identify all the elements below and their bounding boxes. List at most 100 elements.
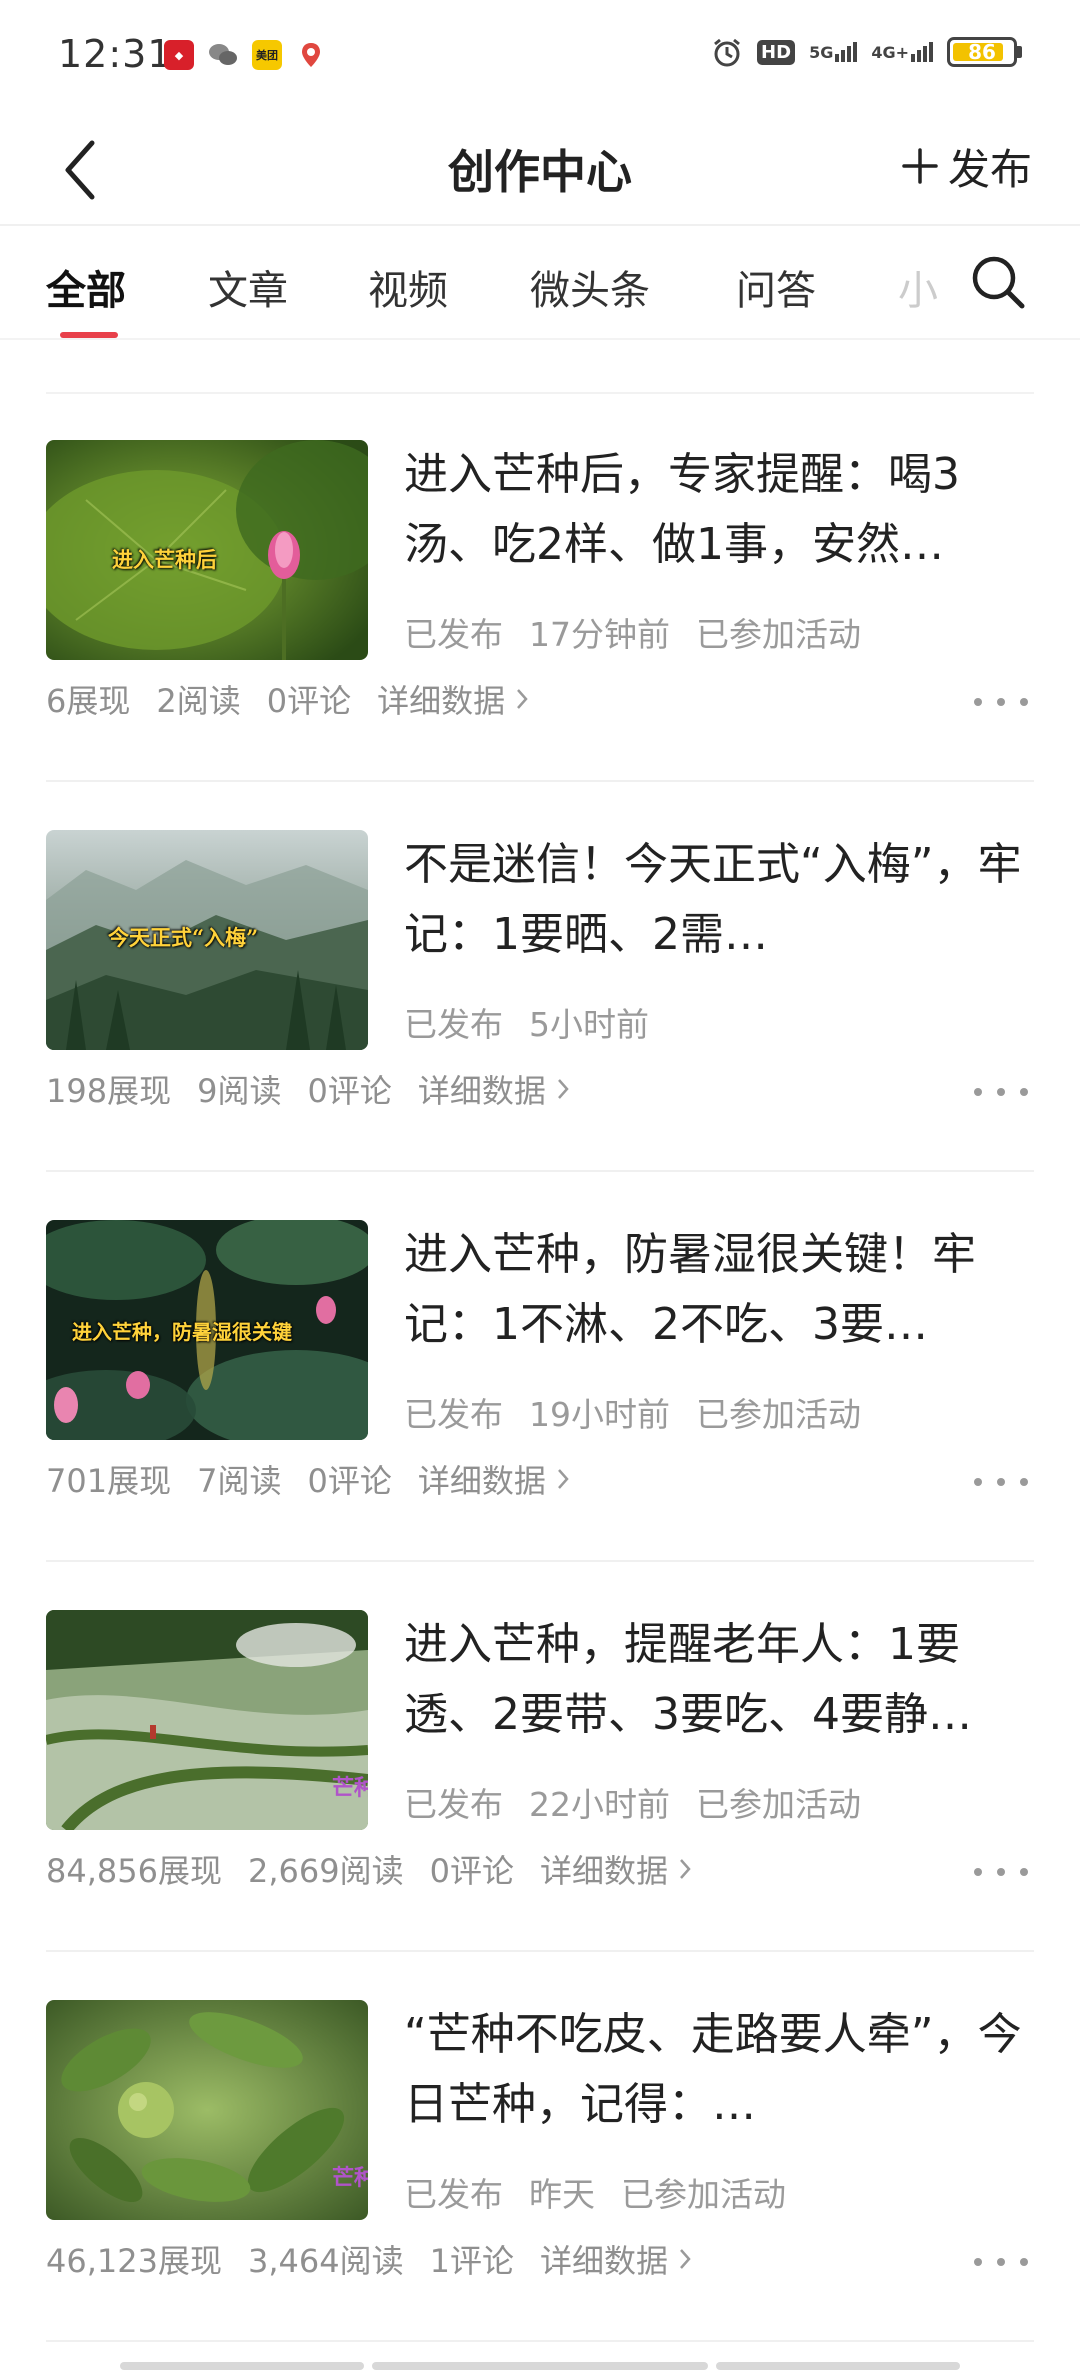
- wechat-icon: [208, 40, 238, 70]
- tab-micro-posts[interactable]: 微头条: [530, 258, 650, 316]
- reads-count: 3,464阅读: [247, 2242, 404, 2280]
- more-options-button[interactable]: [974, 2242, 1028, 2282]
- status-bar: 12:31 ◆ 美团 HD 5G 4G+ 86: [0, 0, 1080, 112]
- reads-count: 7阅读: [197, 1462, 282, 1500]
- thumbnail-caption: 芒种: [332, 1775, 368, 1801]
- article-item[interactable]: 进入芒种，防暑湿很关键 进入芒种，防暑湿很关键！牢记：1不淋、2不吃、3要… 已…: [46, 1172, 1034, 1562]
- status-app-icons: ◆ 美团: [164, 40, 326, 70]
- app-notification-icon: ◆: [164, 40, 194, 70]
- more-options-button[interactable]: [974, 1072, 1028, 1112]
- thumbnail-caption: 芒种: [332, 2165, 368, 2191]
- publish-status: 已发布: [404, 615, 503, 654]
- impressions-count: 198展现: [46, 1072, 172, 1110]
- article-meta: 已发布 5小时前: [404, 998, 649, 1046]
- tab-articles[interactable]: 文章: [208, 258, 288, 316]
- signal-4g-icon: 4G+: [871, 42, 933, 62]
- impressions-count: 701展现: [46, 1462, 172, 1500]
- hd-icon: HD: [757, 39, 796, 65]
- activity-status: 已参加活动: [621, 2175, 786, 2214]
- publish-button[interactable]: 发布: [902, 134, 1032, 198]
- article-item[interactable]: 进入芒种后 进入芒种后，专家提醒：喝3汤、吃2样、做1事，安然… 已发布 17分…: [46, 392, 1034, 782]
- publish-time: 19小时前: [529, 1395, 670, 1434]
- chevron-right-icon: [680, 1859, 691, 1879]
- article-stats: 46,123展现 3,464阅读 1评论 详细数据: [46, 2236, 692, 2282]
- tab-partial[interactable]: 小: [884, 228, 954, 338]
- detail-data-link[interactable]: 详细数据: [540, 2236, 692, 2282]
- signal-5g-icon: 5G: [809, 42, 858, 62]
- meituan-icon: 美团: [252, 40, 282, 70]
- battery-icon: 86: [947, 37, 1022, 67]
- detail-data-link[interactable]: 详细数据: [377, 676, 529, 722]
- article-item[interactable]: 芒种 “芒种不吃皮、走路要人牵”，今日芒种，记得：… 已发布 昨天 已参加活动 …: [46, 1952, 1034, 2342]
- comments-count: 0评论: [429, 1852, 514, 1890]
- map-pin-icon: [296, 40, 326, 70]
- impressions-count: 46,123展现: [46, 2242, 222, 2280]
- status-time: 12:31: [58, 32, 173, 76]
- detail-data-link[interactable]: 详细数据: [418, 1456, 570, 1502]
- publish-time: 22小时前: [529, 1785, 670, 1824]
- chevron-right-icon: [680, 2249, 691, 2269]
- thumbnail-caption: 进入芒种后: [112, 547, 217, 572]
- more-options-button[interactable]: [974, 1852, 1028, 1892]
- reads-count: 9阅读: [197, 1072, 282, 1110]
- reads-count: 2阅读: [156, 682, 241, 720]
- article-meta: 已发布 19小时前 已参加活动: [404, 1388, 861, 1436]
- activity-status: 已参加活动: [696, 615, 861, 654]
- comments-count: 0评论: [307, 1462, 392, 1500]
- chevron-right-icon: [557, 1469, 569, 1489]
- chevron-right-icon: [557, 1079, 569, 1099]
- article-title[interactable]: 进入芒种，防暑湿很关键！牢记：1不淋、2不吃、3要…: [404, 1220, 1024, 1360]
- status-indicators: HD 5G 4G+ 86: [711, 36, 1022, 68]
- publish-status: 已发布: [404, 1395, 503, 1434]
- article-title[interactable]: 进入芒种，提醒老年人：1要透、2要带、3要吃、4要静…: [404, 1610, 1024, 1750]
- comments-count: 1评论: [429, 2242, 514, 2280]
- article-item[interactable]: 今天正式“入梅” 不是迷信！今天正式“入梅”，牢记：1要晒、2需… 已发布 5小…: [46, 782, 1034, 1172]
- article-thumbnail[interactable]: 进入芒种，防暑湿很关键: [46, 1220, 368, 1440]
- article-title[interactable]: “芒种不吃皮、走路要人牵”，今日芒种，记得：…: [404, 2000, 1024, 2140]
- article-title[interactable]: 进入芒种后，专家提醒：喝3汤、吃2样、做1事，安然…: [404, 440, 1024, 580]
- tab-videos[interactable]: 视频: [368, 258, 448, 316]
- publish-label: 发布: [947, 144, 1032, 194]
- activity-status: 已参加活动: [696, 1785, 861, 1824]
- top-navigation-bar: 创作中心 发布: [0, 112, 1080, 226]
- bottom-indicator: [120, 2362, 960, 2370]
- impressions-count: 6展现: [46, 682, 131, 720]
- article-stats: 701展现 7阅读 0评论 详细数据: [46, 1456, 570, 1502]
- article-meta: 已发布 17分钟前 已参加活动: [404, 608, 861, 656]
- article-title[interactable]: 不是迷信！今天正式“入梅”，牢记：1要晒、2需…: [404, 830, 1024, 970]
- publish-time: 17分钟前: [529, 615, 670, 654]
- search-button[interactable]: [968, 252, 1034, 318]
- article-item[interactable]: 芒种 进入芒种，提醒老年人：1要透、2要带、3要吃、4要静… 已发布 22小时前…: [46, 1562, 1034, 1952]
- publish-status: 已发布: [404, 1005, 503, 1044]
- article-meta: 已发布 22小时前 已参加活动: [404, 1778, 861, 1826]
- publish-status: 已发布: [404, 2175, 503, 2214]
- tab-qa[interactable]: 问答: [736, 258, 816, 316]
- thumbnail-caption: 今天正式“入梅”: [108, 925, 259, 950]
- impressions-count: 84,856展现: [46, 1852, 222, 1890]
- article-thumbnail[interactable]: 芒种: [46, 2000, 368, 2220]
- comments-count: 0评论: [266, 682, 352, 720]
- item-divider: [46, 2340, 1034, 2342]
- more-options-button[interactable]: [974, 1462, 1028, 1502]
- publish-time: 昨天: [529, 2175, 595, 2214]
- search-icon: [972, 256, 1025, 309]
- article-thumbnail[interactable]: 芒种: [46, 1610, 368, 1830]
- active-tab-indicator: [60, 332, 118, 338]
- detail-data-link[interactable]: 详细数据: [418, 1066, 570, 1112]
- article-thumbnail[interactable]: 今天正式“入梅”: [46, 830, 368, 1050]
- plus-icon: [902, 148, 938, 184]
- publish-time: 5小时前: [529, 1005, 649, 1044]
- reads-count: 2,669阅读: [247, 1852, 404, 1890]
- article-stats: 198展现 9阅读 0评论 详细数据: [46, 1066, 570, 1112]
- battery-level: 86: [968, 40, 996, 64]
- category-tabs: 全部 文章 视频 微头条 问答 小: [0, 228, 1080, 340]
- publish-status: 已发布: [404, 1785, 503, 1824]
- article-thumbnail[interactable]: 进入芒种后: [46, 440, 368, 660]
- chevron-right-icon: [517, 689, 528, 709]
- activity-status: 已参加活动: [696, 1395, 861, 1434]
- article-meta: 已发布 昨天 已参加活动: [404, 2168, 786, 2216]
- more-options-button[interactable]: [974, 682, 1028, 722]
- tab-all[interactable]: 全部: [46, 258, 126, 316]
- detail-data-link[interactable]: 详细数据: [540, 1846, 692, 1892]
- article-stats: 84,856展现 2,669阅读 0评论 详细数据: [46, 1846, 692, 1892]
